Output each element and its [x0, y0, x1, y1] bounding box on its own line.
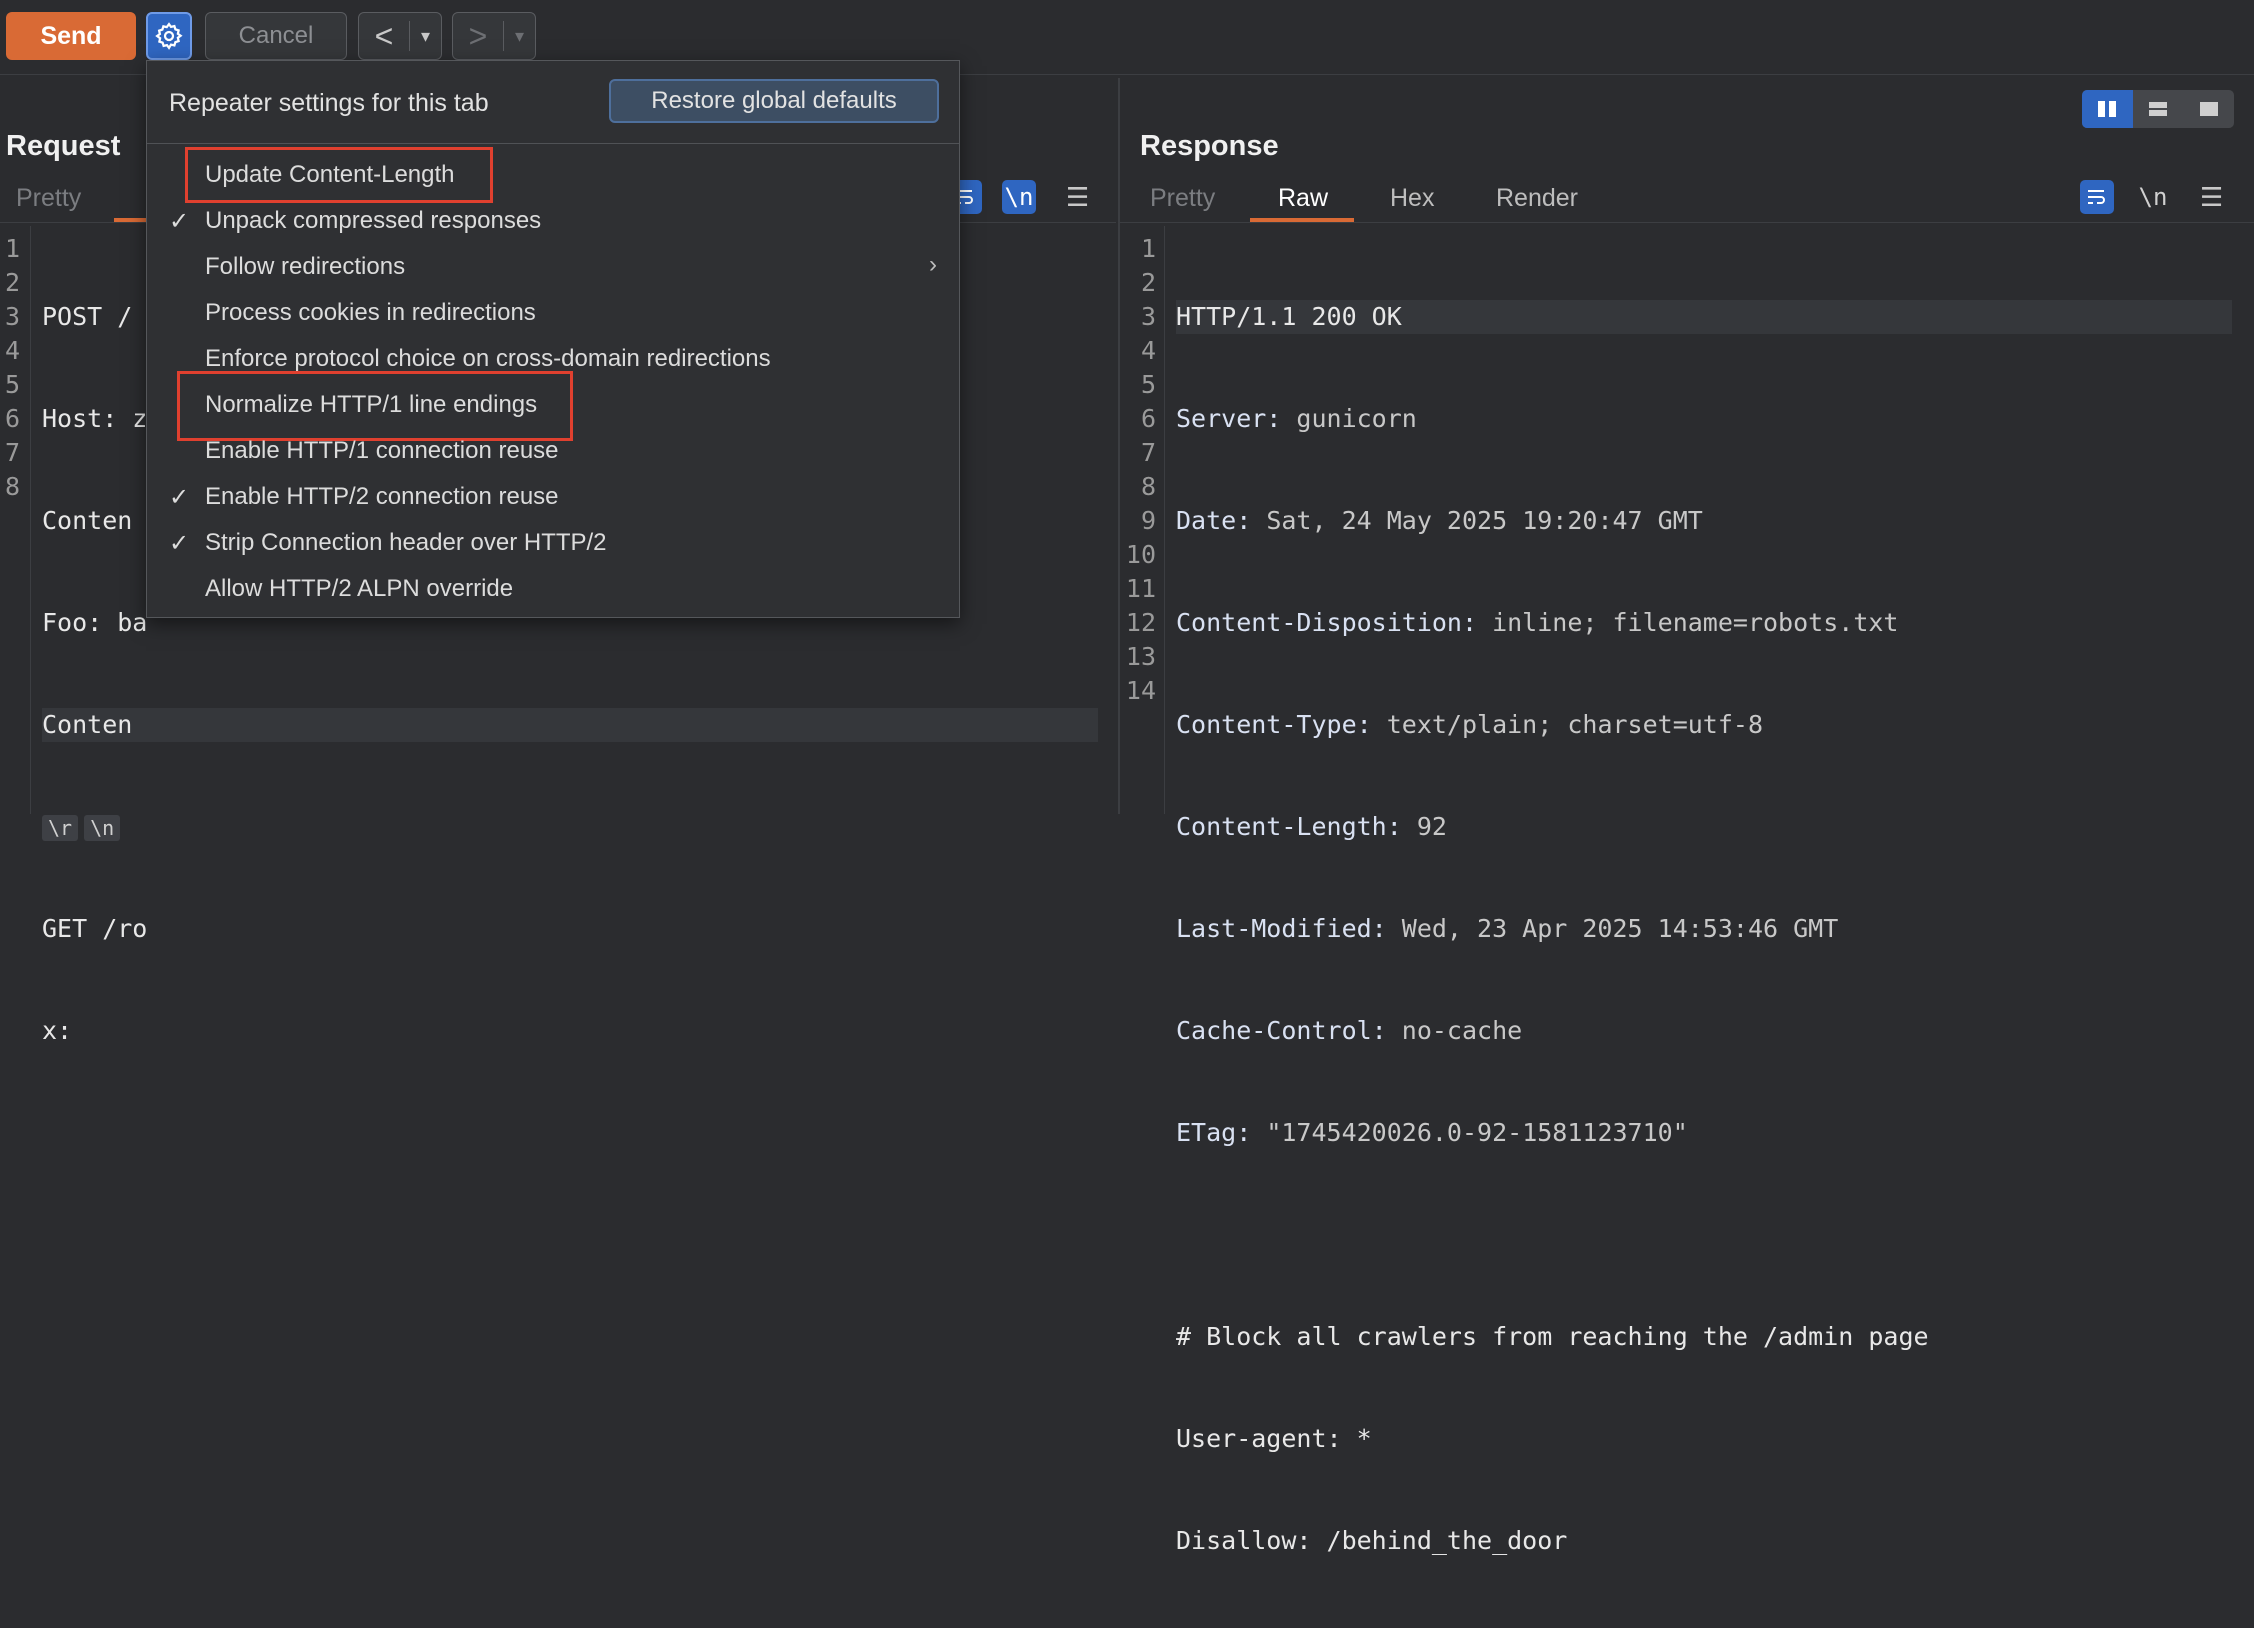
response-header: Date: Sat, 24 May 2025 19:20:47 GMT	[1176, 506, 1703, 535]
option-http2-alpn-override[interactable]: Allow HTTP/2 ALPN override	[205, 575, 513, 603]
option-follow-redirections[interactable]: Follow redirections	[205, 253, 405, 281]
columns-icon	[2098, 101, 2117, 117]
forward-arrow-icon: >	[468, 17, 488, 54]
response-header: Server: gunicorn	[1176, 404, 1417, 433]
response-status-line: HTTP/1.1 200 OK	[1176, 300, 2232, 334]
cr-token: \r	[42, 815, 79, 841]
forward-button[interactable]: > ▾	[452, 12, 536, 60]
settings-gear-button[interactable]	[146, 12, 192, 60]
option-http1-connection-reuse[interactable]: Enable HTTP/1 connection reuse	[205, 437, 559, 465]
rows-icon	[2149, 102, 2167, 116]
single-pane-icon	[2199, 102, 2218, 116]
response-tabs-divider	[1120, 222, 2254, 223]
request-line-numbers: 12345678	[4, 234, 20, 501]
response-tab-hex[interactable]: Hex	[1390, 184, 1434, 213]
option-process-cookies[interactable]: Process cookies in redirections	[205, 299, 536, 327]
back-arrow-icon: <	[374, 17, 394, 54]
request-line: GET /ro	[42, 914, 148, 943]
response-body-line: # Block all crawlers from reaching the /…	[1176, 1322, 1929, 1351]
option-unpack-compressed-responses[interactable]: Unpack compressed responses	[205, 207, 541, 235]
back-button[interactable]: < ▾	[358, 12, 442, 60]
restore-global-defaults-button[interactable]: Restore global defaults	[609, 79, 939, 123]
layout-tabs-button[interactable]	[2183, 90, 2234, 128]
response-body-line: User-agent: *	[1176, 1424, 1372, 1453]
response-blank-line	[1176, 1626, 2232, 1628]
lf-token: \n	[84, 815, 121, 841]
response-body-line: Disallow: /behind_the_door	[1176, 1526, 1568, 1555]
layout-side-by-side-button[interactable]	[2082, 90, 2133, 128]
layout-stacked-button[interactable]	[2133, 90, 2184, 128]
layout-switch	[2082, 90, 2234, 128]
response-newline-toggle[interactable]: \n	[2136, 180, 2170, 214]
response-tab-raw[interactable]: Raw	[1278, 184, 1328, 213]
option-http2-connection-reuse[interactable]: Enable HTTP/2 connection reuse	[205, 483, 559, 511]
response-title: Response	[1140, 130, 1279, 162]
response-line-numbers: 1 2 3 4 5 6 7 8 9 10 11 12 13 14	[1125, 234, 1156, 705]
request-tab-pretty[interactable]: Pretty	[16, 184, 81, 213]
response-blank-line	[1176, 1218, 2232, 1252]
wrap-lines-icon	[2088, 190, 2105, 204]
option-strip-connection-header[interactable]: Strip Connection header over HTTP/2	[205, 529, 607, 557]
request-line: x:	[42, 1016, 73, 1045]
popup-divider	[147, 143, 959, 144]
send-button[interactable]: Send	[6, 12, 136, 60]
option-enforce-protocol-choice[interactable]: Enforce protocol choice on cross-domain …	[205, 345, 771, 373]
checkmark-icon: ✓	[169, 484, 190, 511]
request-line-current: Conten	[42, 708, 1098, 742]
response-header: ETag: "1745420026.0-92-1581123710"	[1176, 1118, 1688, 1147]
response-header: Content-Length: 92	[1176, 812, 1447, 841]
response-header: Cache-Control: no-cache	[1176, 1016, 1523, 1045]
response-header: Content-Disposition: inline; filename=ro…	[1176, 608, 1899, 637]
checkmark-icon: ✓	[169, 530, 190, 557]
popup-title: Repeater settings for this tab	[169, 89, 489, 117]
response-tab-pretty[interactable]: Pretty	[1150, 184, 1215, 213]
submenu-chevron-icon: ›	[929, 251, 937, 278]
request-line-crlf: \r \n	[42, 810, 1098, 844]
back-history-dropdown[interactable]: ▾	[410, 26, 441, 47]
response-menu-icon[interactable]: ☰	[2200, 182, 2223, 213]
cancel-button[interactable]: Cancel	[205, 12, 347, 60]
highlight-box	[185, 147, 493, 203]
forward-history-dropdown[interactable]: ▾	[504, 26, 535, 47]
request-newline-toggle[interactable]: \n	[1002, 180, 1036, 214]
request-menu-icon[interactable]: ☰	[1066, 182, 1089, 213]
repeater-settings-popup: Repeater settings for this tab Restore g…	[146, 60, 960, 618]
response-wrap-toggle[interactable]	[2080, 180, 2114, 214]
gear-icon	[155, 22, 183, 50]
checkmark-icon: ✓	[169, 208, 190, 235]
response-header: Last-Modified: Wed, 23 Apr 2025 14:53:46…	[1176, 914, 1839, 943]
response-tab-render[interactable]: Render	[1496, 184, 1578, 213]
highlight-box	[177, 371, 573, 441]
response-editor[interactable]: HTTP/1.1 200 OK Server: gunicorn Date: S…	[1176, 232, 2232, 1628]
request-title: Request	[6, 130, 121, 162]
response-header: Content-Type: text/plain; charset=utf-8	[1176, 710, 1764, 739]
